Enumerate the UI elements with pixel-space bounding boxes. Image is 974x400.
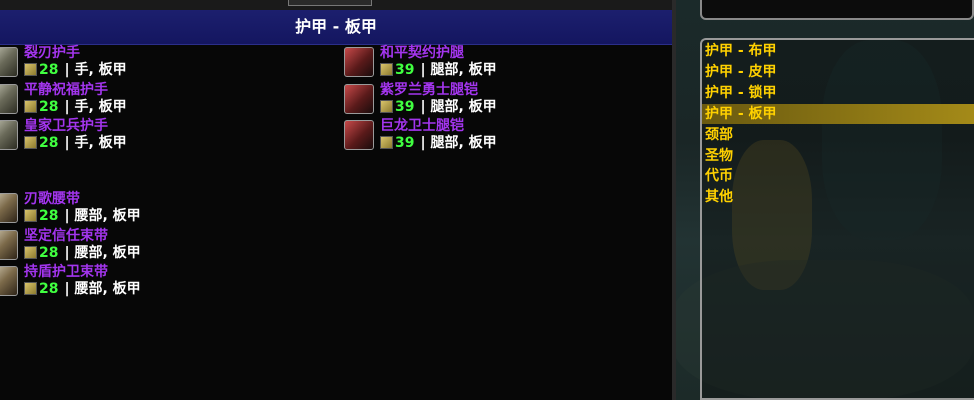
- frame-top-tab: [288, 0, 372, 6]
- category-item[interactable]: 护甲 - 锁甲: [702, 83, 974, 103]
- item-level: 39: [395, 135, 415, 151]
- item-entry[interactable]: 皇家卫兵护手 28 | 手, 板甲: [0, 118, 308, 152]
- category-item[interactable]: 圣物: [702, 146, 974, 166]
- item-level-icon: [380, 136, 393, 149]
- item-slot: | 腰部, 板甲: [64, 244, 141, 261]
- item-slot: | 腰部, 板甲: [64, 281, 141, 297]
- item-level: 28: [39, 281, 59, 297]
- item-slot: | 腿部, 板甲: [420, 62, 497, 78]
- item-entry[interactable]: 持盾护卫束带 28 | 腰部, 板甲: [0, 264, 308, 298]
- item-name[interactable]: 裂刃护手: [24, 45, 80, 61]
- item-level-icon: [380, 63, 393, 76]
- item-level-icon: [24, 63, 37, 76]
- item-level: 28: [39, 62, 59, 78]
- plate-belt-icon[interactable]: [0, 229, 18, 260]
- item-slot: | 腰部, 板甲: [64, 208, 141, 224]
- item-meta: 28 | 手, 板甲: [24, 135, 127, 151]
- item-level: 28: [39, 135, 59, 151]
- item-level: 28: [39, 98, 59, 115]
- item-level: 39: [395, 98, 415, 115]
- item-level-icon: [24, 209, 37, 222]
- category-item[interactable]: 颈部: [702, 125, 974, 145]
- plate-belt-icon[interactable]: [0, 193, 18, 223]
- item-entry[interactable]: 巨龙卫士腿铠 39 | 腿部, 板甲: [344, 118, 664, 152]
- item-entry[interactable]: 平静祝福护手 28 | 手, 板甲: [0, 82, 308, 116]
- item-slot: | 腿部, 板甲: [420, 135, 497, 151]
- item-meta: 39 | 腿部, 板甲: [380, 135, 497, 151]
- item-meta: 39 | 腿部, 板甲: [380, 99, 497, 115]
- item-slot: | 腿部, 板甲: [420, 98, 497, 115]
- plate-gauntlet-icon[interactable]: [0, 83, 18, 114]
- category-item[interactable]: 代币: [702, 166, 974, 186]
- plate-belt-icon[interactable]: [0, 266, 18, 296]
- item-level: 39: [395, 62, 415, 78]
- item-name[interactable]: 平静祝福护手: [24, 82, 108, 98]
- item-level-icon: [24, 136, 37, 149]
- plate-gauntlet-icon[interactable]: [0, 120, 18, 150]
- item-meta: 28 | 腰部, 板甲: [24, 208, 141, 224]
- item-slot: | 手, 板甲: [64, 135, 127, 151]
- item-meta: 28 | 手, 板甲: [24, 99, 127, 115]
- item-name[interactable]: 紫罗兰勇士腿铠: [380, 82, 478, 98]
- category-item[interactable]: 护甲 - 皮甲: [702, 62, 974, 82]
- item-name[interactable]: 刃歌腰带: [24, 191, 80, 207]
- item-entry[interactable]: 坚定信任束带 28 | 腰部, 板甲: [0, 228, 308, 262]
- item-name[interactable]: 和平契约护腿: [380, 45, 464, 61]
- item-name[interactable]: 持盾护卫束带: [24, 264, 108, 280]
- plate-legs-icon[interactable]: [344, 47, 374, 77]
- upper-frame: [700, 0, 974, 20]
- plate-gauntlet-icon[interactable]: [0, 47, 18, 77]
- item-name[interactable]: 坚定信任束带: [24, 228, 108, 244]
- item-meta: 28 | 腰部, 板甲: [24, 281, 141, 297]
- item-level-icon: [24, 99, 37, 113]
- plate-legs-icon[interactable]: [344, 120, 374, 150]
- item-meta: 39 | 腿部, 板甲: [380, 62, 497, 78]
- item-entry[interactable]: 刃歌腰带 28 | 腰部, 板甲: [0, 191, 308, 225]
- item-slot: | 手, 板甲: [64, 98, 127, 115]
- item-level-icon: [380, 99, 393, 113]
- panel-title: 护甲 - 板甲: [295, 17, 377, 36]
- item-meta: 28 | 手, 板甲: [24, 62, 127, 78]
- item-name[interactable]: 巨龙卫士腿铠: [380, 118, 464, 134]
- item-meta: 28 | 腰部, 板甲: [24, 245, 141, 261]
- category-item[interactable]: 护甲 - 板甲: [702, 103, 974, 124]
- item-level-icon: [24, 282, 37, 295]
- item-entry[interactable]: 和平契约护腿 39 | 腿部, 板甲: [344, 45, 664, 79]
- item-name[interactable]: 皇家卫兵护手: [24, 118, 108, 134]
- category-item[interactable]: 护甲 - 布甲: [702, 41, 974, 61]
- category-item[interactable]: 其他: [702, 187, 974, 207]
- plate-legs-icon[interactable]: [344, 83, 374, 114]
- frame-right-edge: [672, 0, 676, 400]
- item-level: 28: [39, 244, 59, 261]
- item-list-panel: 护甲 - 板甲 裂刃护手 28 | 手, 板甲 平静祝福护手 28 | 手, 板甲 皇家卫兵…: [0, 0, 672, 400]
- item-slot: | 手, 板甲: [64, 62, 127, 78]
- item-entry[interactable]: 裂刃护手 28 | 手, 板甲: [0, 45, 308, 79]
- item-level: 28: [39, 208, 59, 224]
- item-entry[interactable]: 紫罗兰勇士腿铠 39 | 腿部, 板甲: [344, 82, 664, 116]
- item-level-icon: [24, 245, 37, 259]
